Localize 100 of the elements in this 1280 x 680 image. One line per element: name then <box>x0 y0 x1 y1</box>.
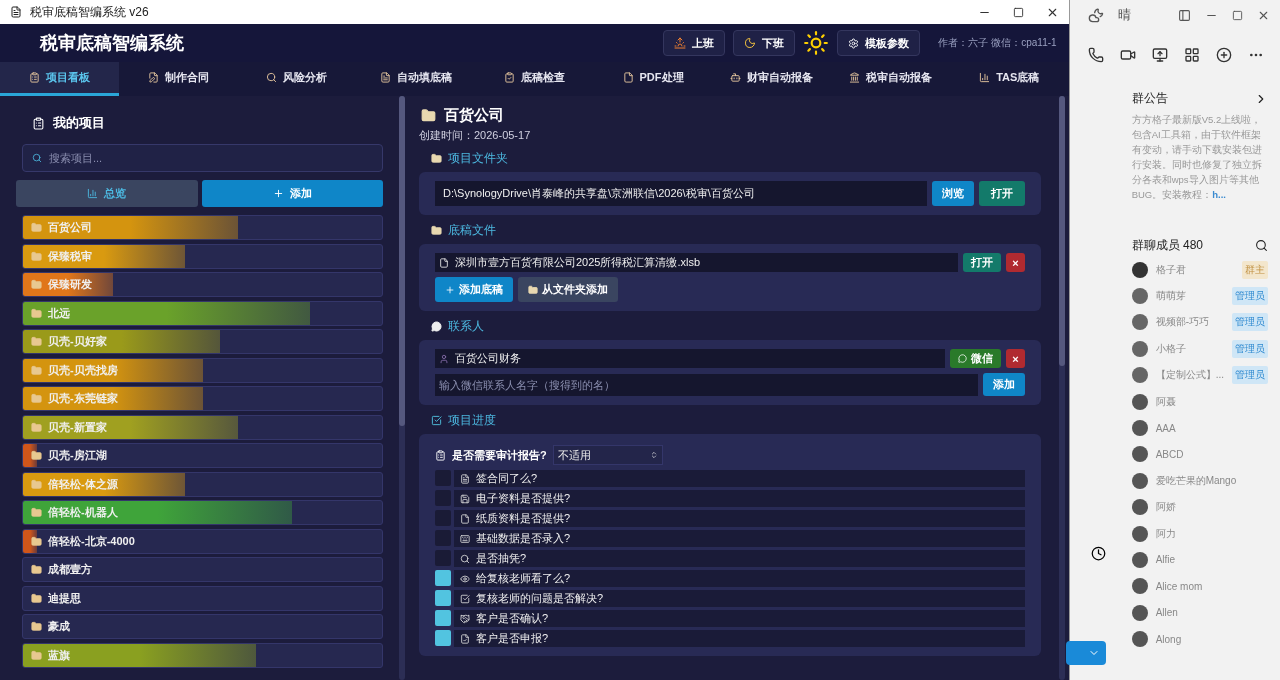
member-name[interactable]: 阿力 <box>1155 526 1176 541</box>
project-item[interactable]: 成都壹方 <box>22 557 383 582</box>
tab[interactable]: TAS底稿 <box>949 62 1069 96</box>
add-from-folder-button[interactable]: 从文件夹添加 <box>518 277 618 302</box>
project-item[interactable]: 倍轻松-机器人 <box>22 500 383 525</box>
checklist-label: 电子资料是否提供? <box>476 491 571 506</box>
apps-icon[interactable] <box>1183 47 1200 63</box>
member-name[interactable]: 小格子 <box>1155 341 1186 356</box>
tab[interactable]: PDF处理 <box>593 62 713 96</box>
folder-icon <box>31 250 42 262</box>
open-button[interactable]: 打开 <box>978 181 1025 206</box>
project-item[interactable]: 蓝旗 <box>22 642 383 668</box>
answer-select[interactable]: 不适用 <box>552 445 663 465</box>
video-icon[interactable] <box>1119 47 1136 63</box>
project-item[interactable]: 贝壳-贝壳找房 <box>22 357 383 383</box>
tab[interactable]: 税审自动报备 <box>831 62 950 96</box>
folder-icon <box>528 284 538 295</box>
member-name[interactable]: 阿娇 <box>1155 500 1176 515</box>
remove-button[interactable]: × <box>1006 253 1025 272</box>
folder-icon <box>31 393 42 404</box>
member-name[interactable]: 视频部-巧巧 <box>1155 315 1209 330</box>
project-item[interactable]: 倍轻松-体之源 <box>22 471 383 497</box>
project-name: 成都壹方 <box>48 562 92 577</box>
checkbox[interactable] <box>435 530 451 546</box>
member-name[interactable]: 格子君 <box>1155 262 1186 277</box>
folder-icon <box>31 592 42 604</box>
collapse-tab[interactable] <box>1065 641 1106 665</box>
checkbox[interactable] <box>435 550 451 566</box>
add-file-button[interactable]: 添加底稿 <box>435 277 513 302</box>
browse-button[interactable]: 浏览 <box>931 181 974 206</box>
maximize-icon[interactable] <box>1232 9 1243 21</box>
sidebar-toggle-icon[interactable] <box>1178 8 1191 22</box>
member-name[interactable]: Along <box>1155 633 1182 645</box>
avatar <box>1131 314 1148 331</box>
tab[interactable]: 底稿检查 <box>474 62 594 96</box>
project-item[interactable]: 贝壳-房江湖 <box>22 443 383 468</box>
checkbox[interactable] <box>435 490 451 506</box>
document-icon <box>622 72 634 83</box>
folder-icon <box>31 507 42 518</box>
folder-icon <box>421 108 436 123</box>
template-settings-button[interactable]: 模板参数 <box>837 30 921 56</box>
clock-icon[interactable] <box>1091 546 1107 561</box>
header-button[interactable]: 下班 <box>733 30 796 56</box>
checkbox[interactable] <box>435 570 451 586</box>
project-item[interactable]: 豪成 <box>22 614 383 639</box>
weather-text: 晴 <box>1117 6 1131 24</box>
tab[interactable]: 财审自动报备 <box>712 62 832 96</box>
document-icon <box>439 257 449 268</box>
project-name: 贝壳-贝好家 <box>48 334 107 349</box>
open-button[interactable]: 打开 <box>963 253 1002 272</box>
tab[interactable]: 风险分析 <box>237 62 357 96</box>
project-item[interactable]: 贝壳-新置家 <box>22 414 383 440</box>
checkbox[interactable] <box>435 630 451 646</box>
remove-button[interactable]: × <box>1006 349 1025 368</box>
member-name[interactable]: AAA <box>1155 422 1176 434</box>
section-heading: 项目进度 <box>448 412 496 429</box>
link[interactable]: h... <box>1212 189 1226 200</box>
project-item[interactable]: 保臻税审 <box>22 243 383 269</box>
checkmark-icon <box>460 593 470 604</box>
checklist-label: 签合同了么? <box>476 471 538 486</box>
member-name[interactable]: ABCD <box>1155 448 1184 460</box>
member-name[interactable]: 萌萌芽 <box>1155 289 1186 304</box>
announcement-title: 群公告 <box>1131 90 1168 107</box>
folder-icon <box>31 535 42 547</box>
checkbox[interactable] <box>435 590 451 606</box>
member-name[interactable]: Allen <box>1155 607 1178 619</box>
tab[interactable]: 制作合同 <box>118 62 238 96</box>
project-item[interactable]: 北远 <box>22 300 383 326</box>
search-field[interactable]: 搜索项目... <box>22 144 383 172</box>
add-contact-button[interactable]: 添加 <box>982 373 1025 396</box>
wechat-button[interactable]: 微信 <box>950 349 1002 368</box>
checkbox[interactable] <box>435 510 451 526</box>
checkbox[interactable] <box>435 470 451 486</box>
member-name[interactable]: 【定制公式】... <box>1155 368 1224 383</box>
plus-icon <box>445 284 455 295</box>
search-icon[interactable] <box>1255 239 1268 252</box>
contact-input[interactable]: 输入微信联系人名字（搜得到的名） <box>435 373 978 396</box>
member-name[interactable]: Alice mom <box>1155 580 1203 592</box>
member-name[interactable]: Alfie <box>1155 554 1176 566</box>
project-item[interactable]: 贝壳-贝好家 <box>22 329 383 354</box>
project-item[interactable]: 百货公司 <box>22 215 383 240</box>
tab[interactable]: 自动填底稿 <box>356 62 475 96</box>
phone-icon[interactable] <box>1087 47 1104 63</box>
maximize-icon[interactable] <box>1012 6 1024 18</box>
path-field[interactable]: D:\SynologyDrive\肖泰峰的共享盘\京洲联信\2026\税审\百货公司 <box>435 181 927 206</box>
document-icon <box>460 633 470 644</box>
project-item[interactable]: 保臻研发 <box>22 272 383 297</box>
project-item[interactable]: 贝壳-东莞链家 <box>22 386 383 411</box>
member-name[interactable]: 爱吃芒果的Mango <box>1155 473 1237 488</box>
member-name[interactable]: 阿聂 <box>1155 394 1176 409</box>
tab[interactable]: 项目看板 <box>0 62 119 96</box>
checkbox[interactable] <box>435 610 451 626</box>
project-item[interactable]: 迪提思 <box>22 585 383 611</box>
project-item[interactable]: 倍轻松-北京-4000 <box>22 528 383 554</box>
screen-share-icon[interactable] <box>1151 47 1168 63</box>
add-button[interactable]: 添加 <box>201 180 383 207</box>
contact-name[interactable]: 百货公司财务 <box>455 351 521 366</box>
header-button[interactable]: 上班 <box>663 30 726 56</box>
overview-button[interactable]: 总览 <box>16 180 198 207</box>
add-icon[interactable] <box>1215 47 1232 63</box>
